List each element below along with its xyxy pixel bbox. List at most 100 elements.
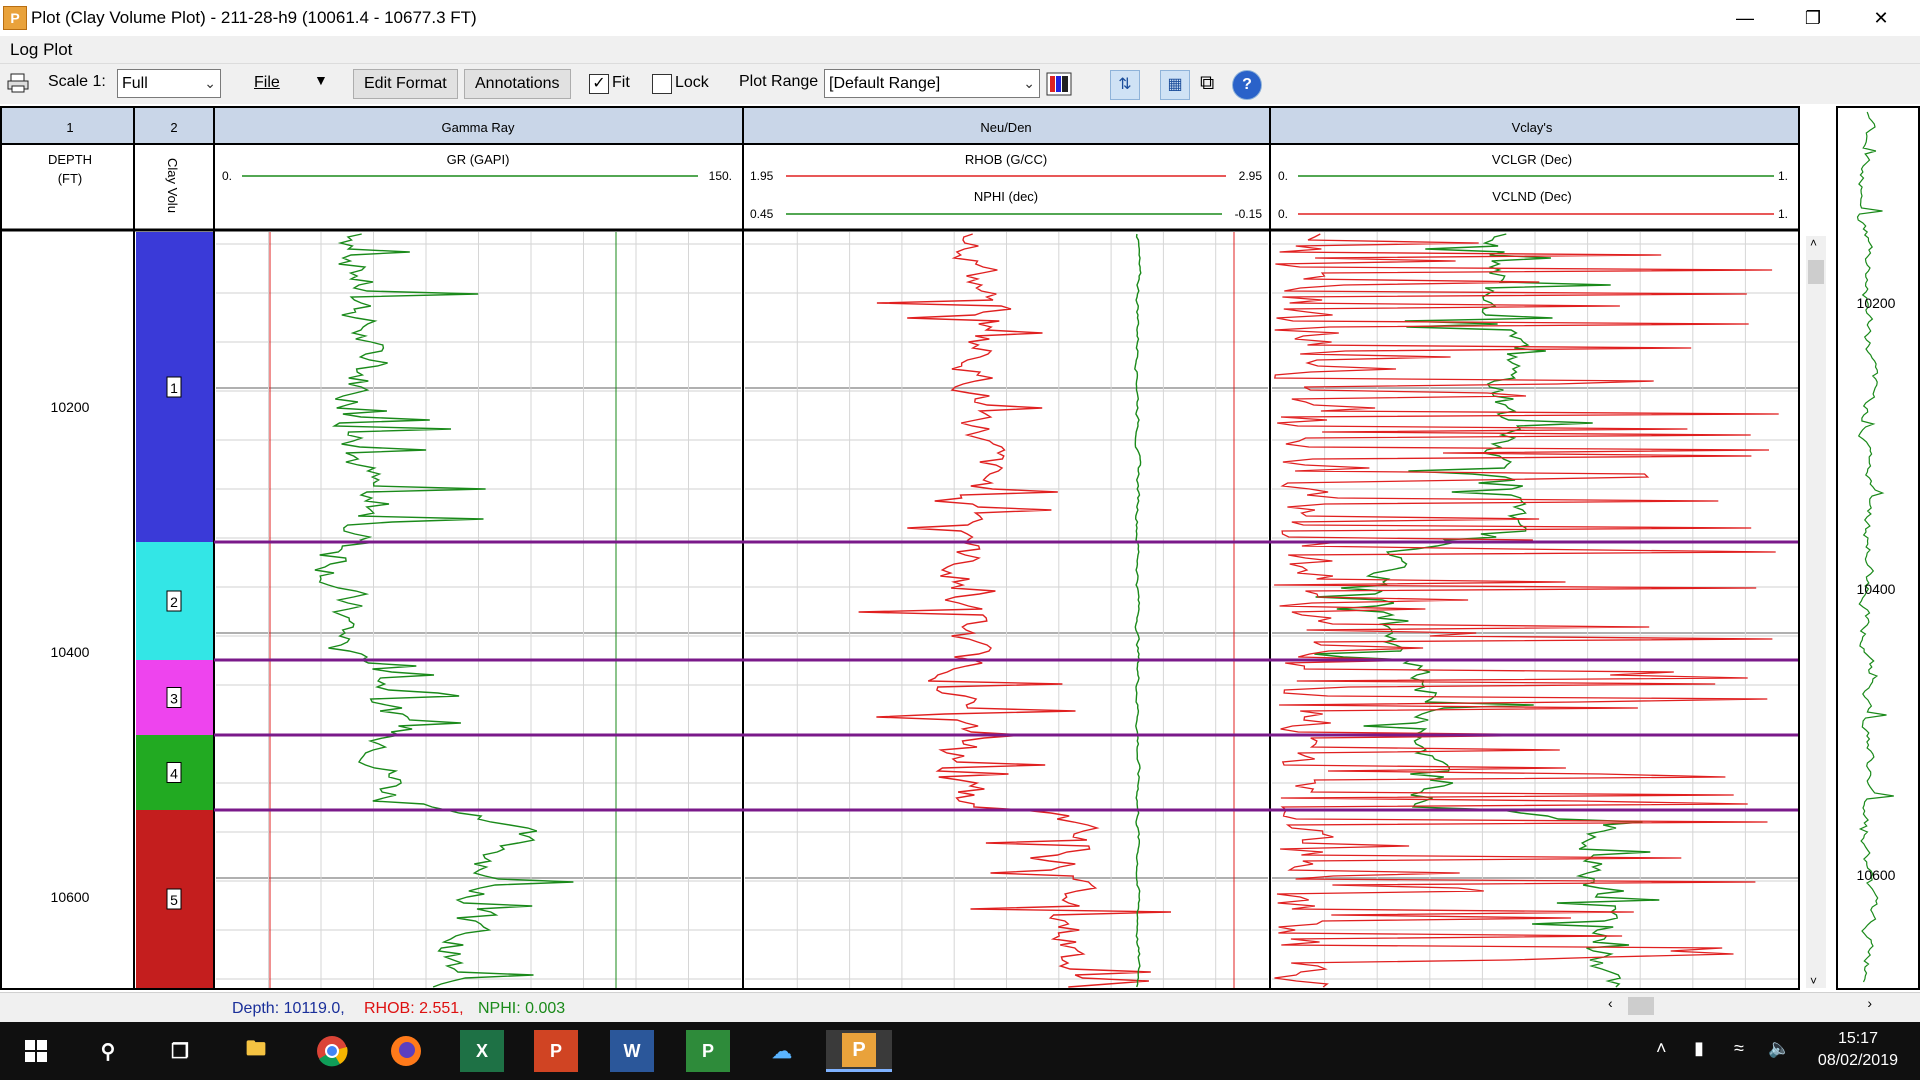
fit-checkbox[interactable]: ✓ xyxy=(589,74,609,94)
status-depth: Depth: 10119.0, xyxy=(232,1000,345,1017)
wifi-icon[interactable]: ≈ xyxy=(1734,1038,1744,1059)
printer-icon[interactable] xyxy=(6,72,30,99)
taskbar-clock[interactable]: 15:17 08/02/2019 xyxy=(1818,1028,1898,1072)
hscroll-thumb[interactable] xyxy=(1628,997,1654,1015)
vclgr-scale-max: 1. xyxy=(1778,169,1788,183)
scroll-right-icon[interactable]: › xyxy=(1867,995,1872,1011)
title-bar: P Plot (Clay Volume Plot) - 211-28-h9 (1… xyxy=(0,0,1920,36)
menu-log-plot[interactable]: Log Plot xyxy=(10,40,72,60)
status-bar: Depth: 10119.0, RHOB: 2.551, NPHI: 0.003… xyxy=(0,992,1920,1022)
zone-label-5: 5 xyxy=(170,892,178,908)
plot-range-select[interactable]: [Default Range] ⌄ xyxy=(824,69,1040,98)
vclgr-scale-min: 0. xyxy=(1278,169,1288,183)
depth-curve-unit: (FT) xyxy=(58,171,83,186)
search-icon[interactable]: ⚲ xyxy=(86,1030,130,1072)
gr-scale-min: 0. xyxy=(222,169,232,183)
vclnd-curve-name: VCLND (Dec) xyxy=(1492,189,1571,204)
status-rhob: RHOB: 2.551, xyxy=(364,1000,464,1017)
windows-start-icon[interactable] xyxy=(14,1030,58,1072)
log-plot-canvas[interactable]: 1 2 Gamma Ray Neu/Den Vclay's DEPTH (FT)… xyxy=(2,108,1798,988)
track-neuden-title: Neu/Den xyxy=(980,120,1031,135)
scale-label: Scale 1: xyxy=(48,73,106,90)
project-app-icon[interactable]: P xyxy=(686,1030,730,1072)
depth-label-10200: 10200 xyxy=(51,399,90,415)
depth-overview-canvas[interactable]: 10200 10400 10600 xyxy=(1838,108,1918,988)
track-vclay-title: Vclay's xyxy=(1512,120,1553,135)
edit-format-button[interactable]: Edit Format xyxy=(353,69,458,99)
nphi-scale-min: 0.45 xyxy=(750,207,774,221)
scroll-left-icon[interactable]: ‹ xyxy=(1608,995,1613,1011)
clock-time: 15:17 xyxy=(1837,1030,1878,1047)
lock-label: Lock xyxy=(675,74,709,91)
task-view-icon[interactable]: ❐ xyxy=(158,1030,202,1072)
track-gamma-title: Gamma Ray xyxy=(442,120,515,135)
nphi-curve-name: NPHI (dec) xyxy=(974,189,1038,204)
scroll-thumb[interactable] xyxy=(1808,260,1824,284)
clay-volume-curve-name: Clay Volu xyxy=(165,158,180,213)
grid-colors-icon[interactable] xyxy=(1046,72,1072,101)
file-menu[interactable]: File xyxy=(254,74,280,92)
overview-label-10400: 10400 xyxy=(1857,581,1896,597)
word-icon[interactable]: W xyxy=(610,1030,654,1072)
nphi-curve xyxy=(1134,233,1142,988)
track-1-number: 1 xyxy=(66,120,73,135)
lock-checkbox[interactable] xyxy=(652,74,672,94)
log-plot-area[interactable]: 1 2 Gamma Ray Neu/Den Vclay's DEPTH (FT)… xyxy=(0,106,1826,990)
overview-label-10600: 10600 xyxy=(1857,867,1896,883)
vclnd-curve xyxy=(1274,233,1779,988)
plot-range-label: Plot Range xyxy=(739,73,819,90)
annotations-button[interactable]: Annotations xyxy=(464,69,571,99)
battery-icon[interactable]: ▮ xyxy=(1694,1038,1704,1059)
vclgr-curve-name: VCLGR (Dec) xyxy=(1492,152,1572,167)
file-dropdown-arrow-icon[interactable]: ▼ xyxy=(314,72,328,88)
zone-label-2: 2 xyxy=(170,594,178,610)
depth-label-10400: 10400 xyxy=(51,644,90,660)
export-icon[interactable]: ⧉ xyxy=(1200,72,1214,95)
powerpoint-icon[interactable]: P xyxy=(534,1030,578,1072)
close-button[interactable]: ✕ xyxy=(1852,0,1910,36)
restore-button[interactable]: ❐ xyxy=(1784,0,1842,36)
chevron-down-icon: ⌄ xyxy=(1023,75,1035,91)
close-icon: ✕ xyxy=(1873,7,1889,28)
vertical-scrollbar[interactable]: ˄ ˅ xyxy=(1806,236,1826,988)
nphi-scale-max: -0.15 xyxy=(1235,207,1263,221)
minimize-button[interactable]: — xyxy=(1716,0,1774,36)
chevron-down-icon: ⌄ xyxy=(204,75,216,91)
zone-label-1: 1 xyxy=(170,380,178,396)
gr-curve xyxy=(314,233,574,988)
scroll-down-icon[interactable]: ˅ xyxy=(1810,974,1817,988)
taskbar: ⚲ ❐ 🖿 X P W P ☁ P ˄ ▮ ≈ 🔈 15:17 08/02/20… xyxy=(0,1022,1920,1080)
excel-icon[interactable]: X xyxy=(460,1030,504,1072)
volume-icon[interactable]: 🔈 xyxy=(1768,1038,1790,1059)
window-title: Plot (Clay Volume Plot) - 211-28-h9 (100… xyxy=(31,8,477,27)
chrome-icon[interactable] xyxy=(310,1030,354,1072)
rhob-curve-name: RHOB (G/CC) xyxy=(965,152,1047,167)
depth-label-10600: 10600 xyxy=(51,889,90,905)
app-logo-icon: P xyxy=(3,6,27,30)
rhob-curve xyxy=(858,233,1172,988)
status-nphi: NPHI: 0.003 xyxy=(478,1000,566,1017)
petrophysics-app-icon[interactable]: P xyxy=(826,1030,892,1072)
menu-bar: Log Plot xyxy=(0,36,1920,64)
scroll-up-icon[interactable]: ˄ xyxy=(1810,236,1817,250)
depth-overview-panel[interactable]: 10200 10400 10600 xyxy=(1836,106,1920,990)
track-layout-icon[interactable]: ⇅ xyxy=(1110,70,1140,100)
scale-select[interactable]: Full ⌄ xyxy=(117,69,221,98)
firefox-icon[interactable] xyxy=(384,1030,428,1072)
minimize-icon: — xyxy=(1736,7,1754,28)
rhob-scale-min: 1.95 xyxy=(750,169,774,183)
tray-chevron-icon[interactable]: ˄ xyxy=(1656,1038,1667,1059)
overview-label-10200: 10200 xyxy=(1857,295,1896,311)
cloud-app-icon[interactable]: ☁ xyxy=(760,1030,804,1072)
horizontal-scrollbar[interactable]: ‹ › xyxy=(1604,995,1876,1017)
zone-edit-icon[interactable]: ▦ xyxy=(1160,70,1190,100)
fit-label: Fit xyxy=(612,74,630,91)
depth-curve-name: DEPTH xyxy=(48,152,92,167)
gr-curve-name: GR (GAPI) xyxy=(447,152,510,167)
vclnd-scale-max: 1. xyxy=(1778,207,1788,221)
gr-scale-max: 150. xyxy=(709,169,732,183)
toolbar: Scale 1: Full ⌄ File ▼ Edit Format Annot… xyxy=(0,64,1920,104)
file-explorer-icon[interactable]: 🖿 xyxy=(234,1030,278,1072)
plot-range-value: [Default Range] xyxy=(829,75,941,92)
help-icon[interactable]: ? xyxy=(1232,70,1262,100)
